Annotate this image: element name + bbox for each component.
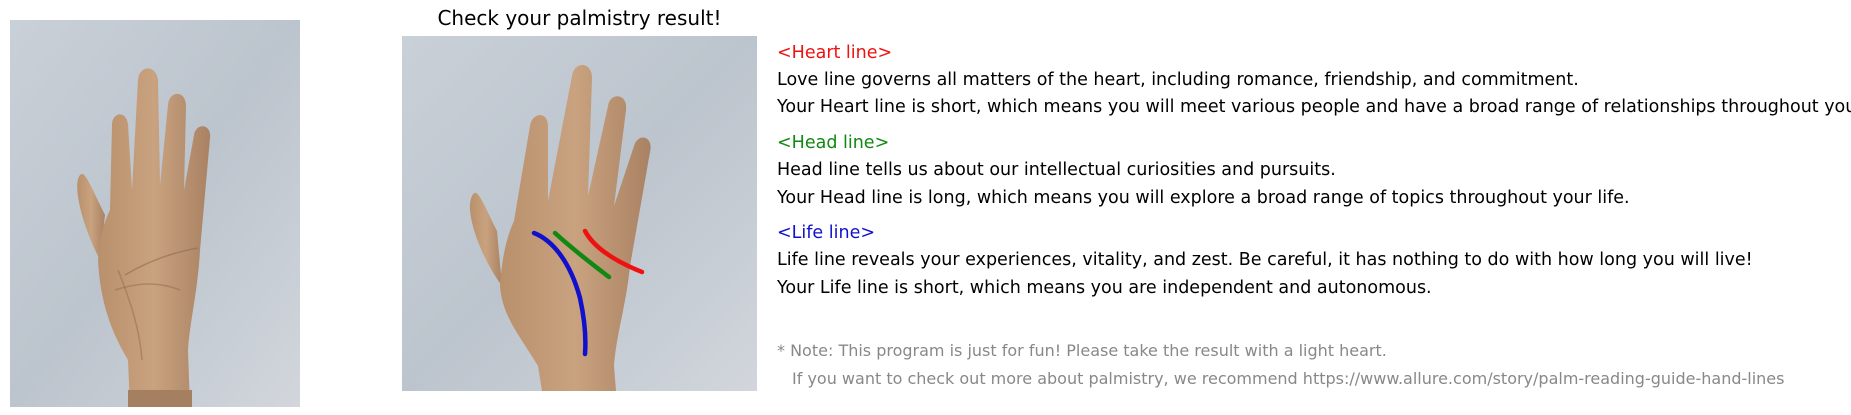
heart-line-description: Love line governs all matters of the hea…: [777, 70, 1579, 90]
fun-note: * Note: This program is just for fun! Pl…: [777, 341, 1387, 360]
head-line-description: Head line tells us about our intellectua…: [777, 160, 1336, 180]
life-line-heading: <Life line>: [777, 223, 876, 243]
result-title: Check your palmistry result!: [437, 6, 722, 30]
heart-line-heading: <Heart line>: [777, 43, 893, 63]
heart-line-result: Your Heart line is short, which means yo…: [777, 97, 1851, 117]
head-line-result: Your Head line is long, which means you …: [777, 188, 1630, 208]
input-palm-image: [10, 20, 300, 407]
hand-photo-icon: [10, 20, 300, 407]
life-line-description: Life line reveals your experiences, vita…: [777, 250, 1753, 270]
life-line-result: Your Life line is short, which means you…: [777, 278, 1432, 298]
palmistry-reference-note: If you want to check out more about palm…: [792, 369, 1785, 388]
result-palm-image: [402, 36, 757, 391]
head-line-heading: <Head line>: [777, 133, 890, 153]
